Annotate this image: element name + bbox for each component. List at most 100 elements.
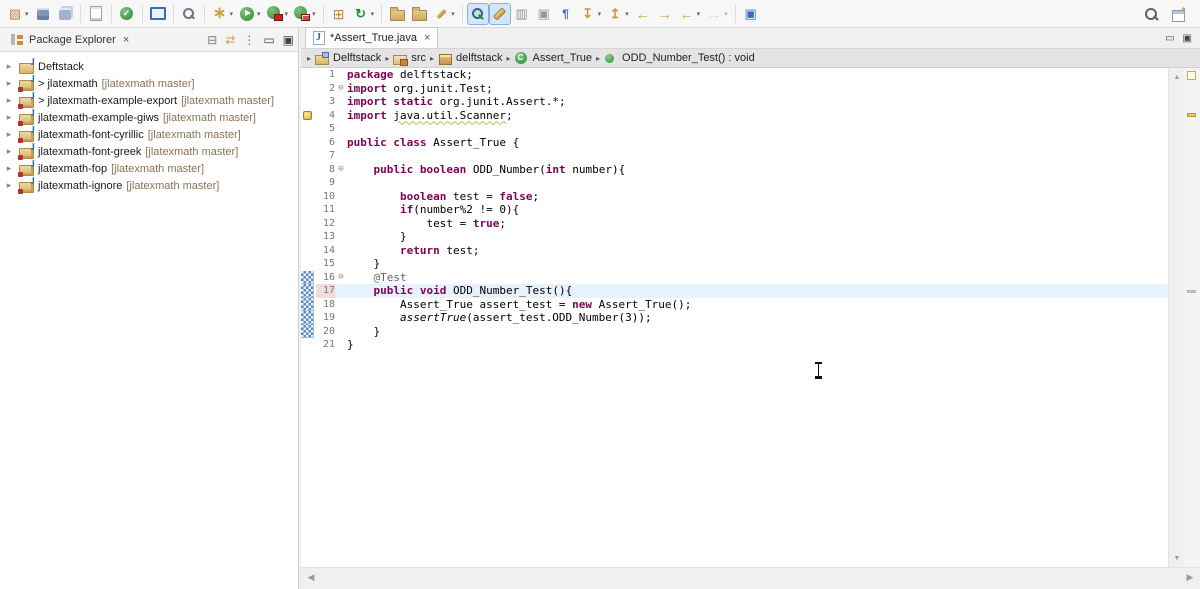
- line-number[interactable]: 13: [316, 230, 335, 244]
- close-icon[interactable]: ×: [424, 32, 430, 44]
- dropdown-arrow-icon[interactable]: ▾: [257, 10, 261, 18]
- minimize-icon[interactable]: ▭: [1165, 33, 1174, 44]
- tab-assert-true-java[interactable]: *Assert_True.java ×: [305, 27, 439, 48]
- chevron-right-icon[interactable]: ▸: [4, 95, 14, 106]
- chevron-right-icon[interactable]: ▸: [4, 78, 14, 89]
- line-number[interactable]: 20: [316, 325, 335, 339]
- new-wizard-button[interactable]: ▧ ▾: [4, 3, 32, 25]
- scroll-down-icon[interactable]: ▼: [1169, 551, 1185, 565]
- dropdown-arrow-icon[interactable]: ▾: [230, 10, 234, 18]
- dropdown-arrow-icon[interactable]: ▾: [312, 10, 316, 18]
- fold-collapse-icon[interactable]: ⊖: [335, 82, 347, 96]
- open-resource-button[interactable]: [408, 3, 430, 25]
- breadcrumb-item-project[interactable]: Delftstack: [315, 51, 381, 65]
- line-number[interactable]: 1: [316, 68, 335, 82]
- dropdown-arrow-icon[interactable]: ▾: [724, 10, 728, 18]
- chevron-right-icon[interactable]: ▸: [4, 112, 14, 123]
- link-with-editor-icon[interactable]: ⇄: [225, 33, 235, 47]
- horizontal-scrollbar[interactable]: ◀ ▶: [301, 567, 1200, 585]
- vertical-scrollbar[interactable]: ▲ ▼: [1168, 68, 1184, 567]
- tree-item[interactable]: ▸ jlatexmath-font-cyrillic[jlatexmath mas…: [0, 125, 298, 143]
- chevron-right-icon[interactable]: ▸: [4, 163, 14, 174]
- open-perspective-button[interactable]: [1168, 3, 1190, 25]
- scroll-left-icon[interactable]: ◀: [303, 568, 319, 586]
- chevron-right-icon[interactable]: ▸: [4, 180, 14, 191]
- line-number[interactable]: 7: [316, 149, 335, 163]
- code-editor[interactable]: 1 package delftstack; 2 ⊖ import org.junit.T…: [301, 68, 1168, 567]
- save-all-button[interactable]: [54, 3, 76, 25]
- chevron-right-icon[interactable]: ▸: [4, 129, 14, 140]
- line-number[interactable]: 18: [316, 298, 335, 312]
- line-number[interactable]: 9: [316, 176, 335, 190]
- show-selected-element-button[interactable]: ▣: [533, 3, 555, 25]
- tab-package-explorer[interactable]: Package Explorer ×: [4, 28, 135, 51]
- debug-button[interactable]: ∗ ▾: [209, 3, 237, 25]
- last-edit-location-button[interactable]: [466, 2, 489, 25]
- line-number[interactable]: 8: [316, 163, 335, 177]
- maximize-icon[interactable]: ▣: [283, 33, 294, 47]
- line-number[interactable]: 19: [316, 311, 335, 325]
- maximize-icon[interactable]: ▣: [1183, 33, 1192, 44]
- fold-collapse-icon[interactable]: ⊖: [335, 271, 347, 285]
- breadcrumb-item-src[interactable]: src: [393, 52, 426, 66]
- dropdown-arrow-icon[interactable]: ▾: [25, 10, 29, 18]
- open-type-button[interactable]: [178, 3, 200, 25]
- overview-ruler[interactable]: [1184, 68, 1200, 567]
- minimize-icon[interactable]: ▭: [263, 33, 274, 47]
- mark-occurrences-button[interactable]: [488, 2, 511, 25]
- run-button[interactable]: ▾: [236, 3, 264, 25]
- warning-marker[interactable]: [1187, 113, 1196, 117]
- tree-item[interactable]: ▸ > jlatexmath[jlatexmath master]: [0, 74, 298, 92]
- line-number[interactable]: 10: [316, 190, 335, 204]
- tree-item[interactable]: ▸ jlatexmath-example-giws[jlatexmath mast…: [0, 108, 298, 126]
- line-number[interactable]: 17: [316, 284, 335, 298]
- line-number[interactable]: 3: [316, 95, 335, 109]
- dropdown-arrow-icon[interactable]: ▾: [697, 10, 701, 18]
- breadcrumb-item-package[interactable]: delftstack: [438, 52, 502, 65]
- line-number[interactable]: 12: [316, 217, 335, 231]
- line-number[interactable]: 16: [316, 271, 335, 285]
- line-number[interactable]: 14: [316, 244, 335, 258]
- previous-annotation-button[interactable]: ↥ ▾: [604, 3, 632, 25]
- save-button[interactable]: [32, 3, 54, 25]
- dropdown-arrow-icon[interactable]: ▾: [625, 10, 629, 18]
- dropdown-arrow-icon[interactable]: ▾: [371, 10, 375, 18]
- tree-item[interactable]: ▸ jlatexmath-ignore[jlatexmath master]: [0, 176, 298, 194]
- dropdown-arrow-icon[interactable]: ▾: [598, 10, 602, 18]
- close-icon[interactable]: ×: [123, 34, 129, 46]
- scroll-up-icon[interactable]: ▲: [1169, 70, 1185, 84]
- line-number[interactable]: 5: [316, 122, 335, 136]
- next-annotation-button[interactable]: ↧ ▾: [577, 3, 605, 25]
- view-menu-icon[interactable]: ⋮: [243, 33, 255, 47]
- line-number[interactable]: 2: [316, 82, 335, 96]
- task-complete-button[interactable]: [116, 3, 138, 25]
- occurrence-marker[interactable]: [1187, 290, 1196, 293]
- overview-status-icon[interactable]: [1187, 71, 1196, 80]
- profile-button[interactable]: ▾: [291, 3, 319, 25]
- external-tools-button[interactable]: ▾: [430, 3, 458, 25]
- scroll-right-icon[interactable]: ▶: [1182, 568, 1198, 586]
- new-servlet-button[interactable]: ⊞: [328, 3, 350, 25]
- dropdown-arrow-icon[interactable]: ▾: [451, 10, 455, 18]
- line-number[interactable]: 15: [316, 257, 335, 271]
- line-number[interactable]: 4: [316, 109, 335, 123]
- show-source-button[interactable]: ▥: [511, 3, 533, 25]
- breadcrumb-item-class[interactable]: Assert_True: [514, 51, 592, 65]
- line-number[interactable]: 21: [316, 338, 335, 352]
- search-button[interactable]: [1140, 3, 1162, 25]
- go-to-last-edit-button[interactable]: →: [654, 3, 676, 25]
- show-whitespace-button[interactable]: ¶: [555, 3, 577, 25]
- open-console-button[interactable]: [147, 3, 169, 25]
- coverage-button[interactable]: ▾: [264, 3, 292, 25]
- fold-collapse-icon[interactable]: ⊖: [335, 163, 347, 177]
- back-to-last-edit-button[interactable]: ←: [632, 3, 654, 25]
- chevron-right-icon[interactable]: ▸: [4, 146, 14, 157]
- tree-item[interactable]: ▸ Deftstack: [0, 57, 298, 75]
- import-button[interactable]: [386, 3, 408, 25]
- collapse-all-icon[interactable]: ⊟: [207, 33, 217, 47]
- tree-item[interactable]: ▸ jlatexmath-font-greek[jlatexmath master…: [0, 142, 298, 160]
- tree-item[interactable]: ▸ > jlatexmath-example-export[jlatexmath …: [0, 91, 298, 109]
- tree-item[interactable]: ▸ jlatexmath-fop[jlatexmath master]: [0, 159, 298, 177]
- update-project-button[interactable]: ↻ ▾: [350, 3, 378, 25]
- breadcrumb-item-method[interactable]: ODD_Number_Test() : void: [604, 52, 755, 65]
